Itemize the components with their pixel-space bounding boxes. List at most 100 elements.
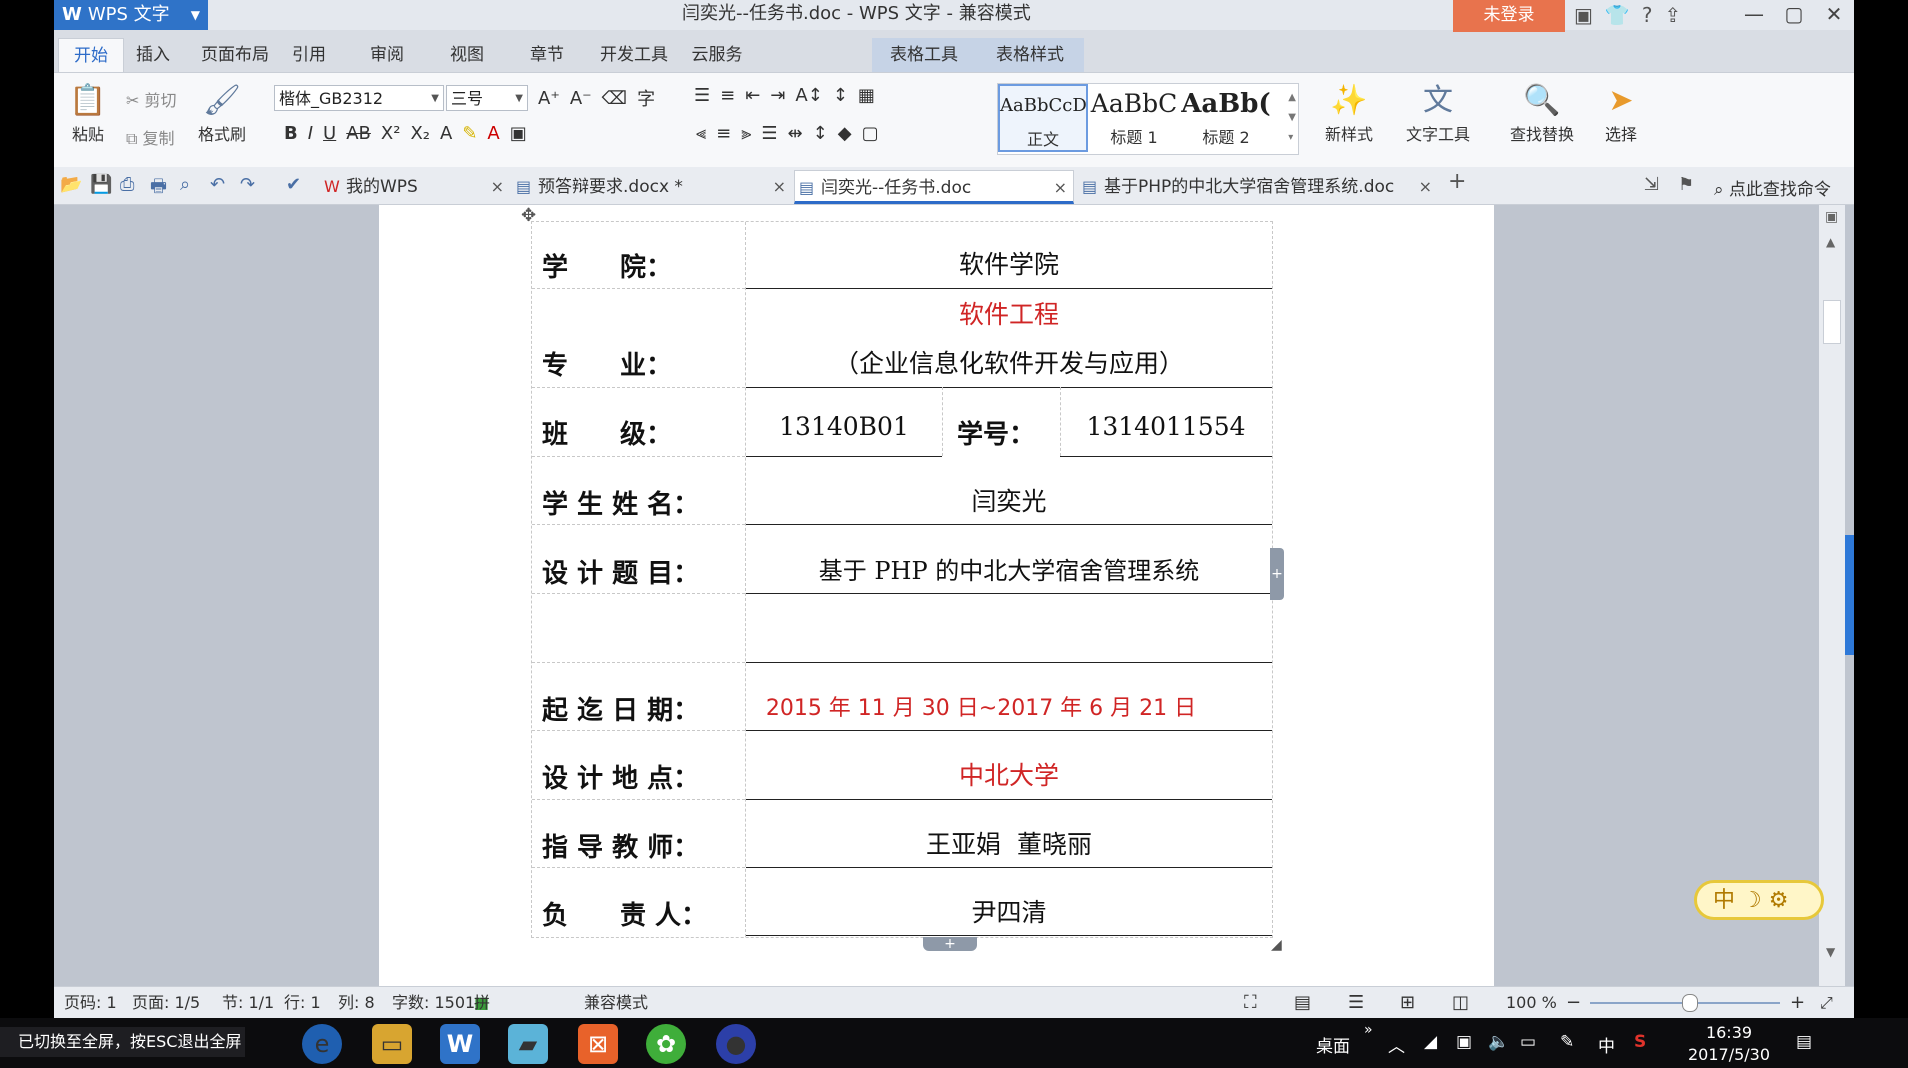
advisor-value[interactable]: 王亚娟 董晓丽	[746, 825, 1272, 861]
sort-icon[interactable]: ↕	[833, 85, 848, 106]
network-icon[interactable]: ◢	[1424, 1032, 1437, 1052]
bullets-icon[interactable]: ☰	[694, 85, 710, 106]
app-green-icon[interactable]: ✿	[646, 1024, 686, 1064]
class-value[interactable]: 13140B01	[746, 412, 942, 441]
table-resize-icon[interactable]: ◢	[1271, 937, 1282, 953]
numbering-icon[interactable]: ≡	[720, 85, 735, 106]
share-icon[interactable]: ⇲	[1644, 174, 1659, 195]
document-page[interactable]: ✥ 学 院： 软件学院 软件工程 专 业： （企业信息化软件开发与应用） 班 级…	[379, 205, 1494, 986]
save-icon[interactable]: 💾	[90, 174, 112, 195]
paste-button[interactable]: 📋 粘贴	[64, 81, 112, 145]
add-row-button[interactable]: +	[923, 937, 977, 951]
zoom-level[interactable]: 100 %	[1506, 987, 1557, 1018]
scroll-down-icon[interactable]: ▼	[1826, 945, 1835, 959]
owner-value[interactable]: 尹四清	[746, 893, 1272, 929]
text-effect-icon[interactable]: A	[440, 123, 452, 144]
cut-button[interactable]: ✂ 剪切	[126, 87, 177, 111]
tab-cloud[interactable]: 云服务	[682, 38, 752, 72]
fullscreen-icon[interactable]: ⛶	[1244, 987, 1257, 1018]
reading-view-icon[interactable]: ◫	[1452, 987, 1469, 1018]
find-command-search[interactable]: ⌕ 点此查找命令	[1714, 175, 1831, 200]
vertical-scrollbar[interactable]: ▣ ▲ ▼	[1819, 205, 1845, 986]
undo-icon[interactable]: ↶	[210, 174, 225, 195]
subscript-icon[interactable]: X₂	[410, 123, 430, 144]
close-icon[interactable]: ×	[1419, 170, 1432, 204]
text-direction-icon[interactable]: A↕	[795, 85, 822, 106]
skin-icon[interactable]: 👕	[1605, 3, 1630, 27]
display-icon[interactable]: ▣	[1456, 1032, 1472, 1052]
dates-value[interactable]: 2015 年 11 月 30 日~2017 年 6 月 21 日	[746, 690, 1216, 722]
close-icon[interactable]: ✕	[1814, 0, 1854, 30]
scroll-menu-icon[interactable]: ▣	[1825, 209, 1838, 225]
copy-button[interactable]: ⧉ 复制	[126, 125, 175, 149]
side-panel-tab[interactable]	[1845, 535, 1854, 655]
font-color-icon[interactable]: A	[487, 123, 499, 144]
customize-icon[interactable]: ✔	[286, 174, 301, 195]
major-line2-value[interactable]: （企业信息化软件开发与应用）	[746, 344, 1272, 380]
tab-table-tools[interactable]: 表格工具	[872, 38, 976, 72]
underline-icon[interactable]: U	[323, 123, 336, 144]
char-shading-icon[interactable]: ▣	[510, 123, 527, 144]
tab-insert[interactable]: 插入	[128, 38, 178, 72]
fit-page-icon[interactable]: ⤢	[1820, 987, 1833, 1018]
tab-developer[interactable]: 开发工具	[592, 38, 676, 72]
volume-icon[interactable]: 🔈	[1488, 1032, 1509, 1052]
ime-toolbar[interactable]: 中 ☽ ⚙	[1694, 880, 1824, 920]
app-orange-icon[interactable]: ⊠	[578, 1024, 618, 1064]
zoom-out-icon[interactable]: −	[1566, 987, 1581, 1018]
ime-indicator[interactable]: 中	[1598, 1032, 1615, 1057]
tab-references[interactable]: 引用	[284, 38, 334, 72]
scroll-up-icon[interactable]: ▲	[1826, 235, 1835, 249]
style-scroll[interactable]: ▲ ▼ ▾	[1288, 88, 1296, 148]
pen-icon[interactable]: ✎	[1560, 1032, 1574, 1052]
page-view-icon[interactable]: ▤	[1294, 987, 1311, 1018]
align-center-icon[interactable]: ≡	[716, 123, 731, 144]
student-name-value[interactable]: 闫奕光	[746, 482, 1272, 518]
close-icon[interactable]: ×	[1054, 171, 1067, 205]
outline-view-icon[interactable]: ☰	[1348, 987, 1364, 1018]
wps-writer-icon[interactable]: W	[440, 1024, 480, 1064]
grow-font-icon[interactable]: A⁺	[538, 88, 560, 109]
line-spacing-icon[interactable]: ↕	[813, 123, 828, 144]
doc-tab-defense[interactable]: ▤ 预答辩要求.docx * ×	[512, 170, 792, 204]
close-icon[interactable]: ×	[773, 170, 786, 204]
italic-icon[interactable]: I	[308, 123, 313, 144]
expand-toolbar-icon[interactable]: »	[1364, 1022, 1373, 1038]
clock[interactable]: 16:39 2017/5/30	[1684, 1022, 1774, 1066]
font-name-select[interactable]: 楷体_GB2312 ▼	[274, 85, 444, 111]
find-replace-button[interactable]: 🔍 查找替换	[1500, 81, 1584, 145]
strikethrough-icon[interactable]: AB	[346, 123, 371, 144]
login-button[interactable]: 未登录	[1453, 0, 1565, 32]
desktop-label[interactable]: 桌面	[1316, 1032, 1350, 1057]
maximize-icon[interactable]: ▢	[1774, 0, 1814, 30]
doc-tab-my-wps[interactable]: W 我的WPS ×	[320, 170, 510, 204]
feedback-icon[interactable]: ▣	[1574, 3, 1593, 27]
doc-tab-task[interactable]: ▤ 闫奕光--任务书.doc ×	[794, 170, 1074, 204]
app-menu-button[interactable]: W WPS 文字 ▼	[54, 0, 208, 30]
font-size-select[interactable]: 三号 ▼	[446, 85, 528, 111]
text-tools-button[interactable]: 文 文字工具	[1396, 81, 1480, 145]
border-icon[interactable]: ▢	[862, 123, 879, 144]
tab-page-layout[interactable]: 页面布局	[194, 38, 276, 72]
tab-table-style[interactable]: 表格样式	[976, 38, 1084, 72]
collapse-ribbon-icon[interactable]: ⇪	[1664, 3, 1681, 27]
minimize-icon[interactable]: —	[1734, 0, 1774, 30]
format-painter-button[interactable]: 🖌 格式刷	[194, 81, 250, 145]
print-preview-icon[interactable]: ⌕	[180, 174, 190, 195]
align-right-icon[interactable]: ⫸	[741, 123, 751, 144]
add-column-button[interactable]: +	[1270, 548, 1284, 600]
distribute-icon[interactable]: ⇹	[788, 123, 803, 144]
file-explorer-icon[interactable]: ▭	[372, 1024, 412, 1064]
style-heading2[interactable]: AaBb( 标题 2	[1180, 84, 1272, 152]
status-page[interactable]: 页面: 1/5	[132, 987, 200, 1018]
close-icon[interactable]: ×	[491, 170, 504, 204]
tray-expand-icon[interactable]: ︿	[1388, 1032, 1405, 1057]
major-line1-value[interactable]: 软件工程	[746, 295, 1272, 331]
task-form-table[interactable]: 学 院： 软件学院 软件工程 专 业： （企业信息化软件开发与应用） 班 级： …	[531, 221, 1273, 938]
style-heading1[interactable]: AaBbC 标题 1	[1090, 84, 1178, 152]
doc-tab-thesis[interactable]: ▤ 基于PHP的中北大学宿舍管理系统.doc ×	[1078, 170, 1438, 204]
clear-format-icon[interactable]: ⌫	[602, 88, 627, 109]
export-pdf-icon[interactable]: ⎙	[120, 174, 134, 195]
tab-home[interactable]: 开始	[58, 38, 124, 73]
table-icon[interactable]: ▦	[858, 85, 875, 106]
